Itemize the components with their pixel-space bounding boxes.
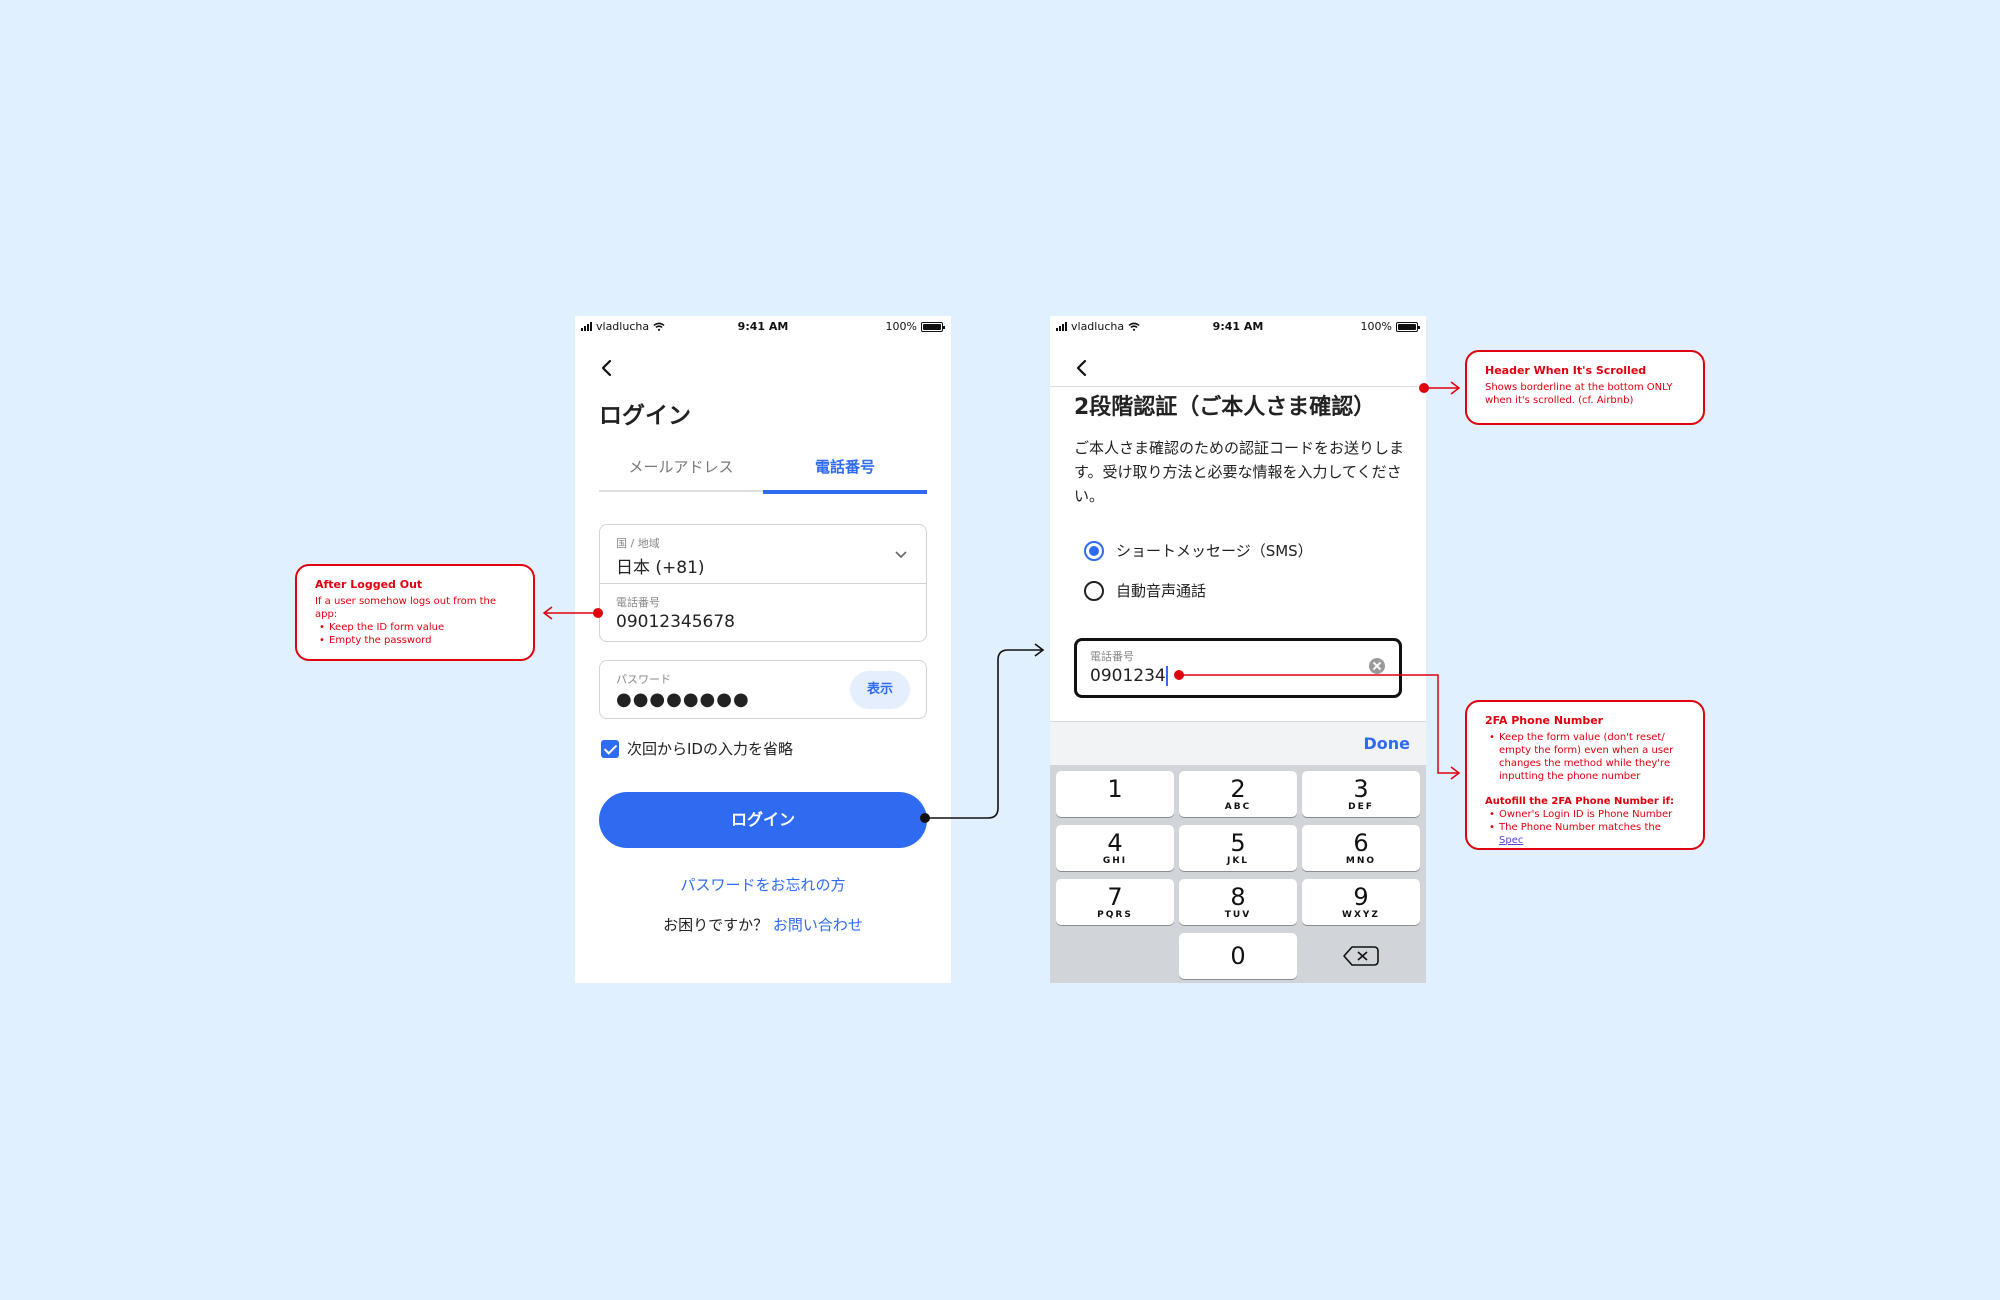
method-sms-label: ショートメッセージ（SMS） bbox=[1116, 542, 1313, 560]
country-label: 国 / 地域 bbox=[616, 537, 660, 550]
country-value: 日本 (+81) bbox=[616, 558, 705, 578]
tab-email[interactable]: メールアドレス bbox=[599, 452, 763, 492]
back-arrow-icon[interactable] bbox=[595, 356, 619, 380]
status-bar: vladlucha 9:41 AM 100% bbox=[1050, 316, 1426, 338]
key-8[interactable]: 8 TUV bbox=[1179, 879, 1297, 925]
annotation-title: Header When It's Scrolled bbox=[1485, 364, 1647, 377]
header-divider bbox=[1050, 386, 1426, 387]
annotation-body: Shows borderline at the bottom ONLY when… bbox=[1485, 382, 1673, 406]
annotation-after-logout: After Logged Out If a user somehow logs … bbox=[295, 564, 535, 661]
numeric-keypad: 1 2 ABC 3 DEF 4 GHI 5 JKL 6 MNO 7 PQRS 8 TUV 9W… bbox=[1050, 765, 1426, 983]
password-value: ●●●●●●●● bbox=[616, 689, 750, 710]
keyboard-accessory-bar: Done bbox=[1050, 721, 1426, 765]
key-5[interactable]: 5 JKL bbox=[1179, 825, 1297, 871]
annotation-item: Owner's Login ID is Phone Number bbox=[1485, 808, 1685, 821]
id-field-group: 国 / 地域 日本 (+81) 電話番号 09012345678 bbox=[599, 524, 927, 642]
annotation-item: Empty the password bbox=[315, 634, 515, 647]
annotation-2fa-phone: 2FA Phone Number Keep the form value (do… bbox=[1465, 700, 1705, 850]
help-line: お困りですか？ お問い合わせ bbox=[575, 914, 951, 935]
battery-icon bbox=[921, 321, 945, 332]
annotation-item: Keep the form value (don't reset/ empty … bbox=[1485, 731, 1685, 783]
clear-icon[interactable] bbox=[1369, 658, 1385, 674]
twofa-screen: vladlucha 9:41 AM 100% 2段階認証（ご本人さま確認） ご本… bbox=[1050, 316, 1426, 983]
annotation-title: After Logged Out bbox=[315, 578, 423, 591]
done-button[interactable]: Done bbox=[1363, 734, 1410, 753]
contact-link[interactable]: お問い合わせ bbox=[773, 916, 863, 934]
radio-selected-icon[interactable] bbox=[1084, 540, 1104, 561]
country-select[interactable]: 国 / 地域 日本 (+81) bbox=[600, 525, 926, 584]
key-4[interactable]: 4 GHI bbox=[1056, 825, 1174, 871]
login-method-tabs: メールアドレス 電話番号 bbox=[599, 452, 927, 494]
twofa-phone-field[interactable]: 電話番号 0901234 bbox=[1074, 638, 1402, 698]
battery-label: 100% bbox=[885, 320, 917, 333]
forgot-password-link[interactable]: パスワードをお忘れの方 bbox=[575, 874, 951, 895]
password-label: パスワード bbox=[616, 673, 671, 686]
annotation-title: 2FA Phone Number bbox=[1485, 714, 1604, 727]
key-1[interactable]: 1 bbox=[1056, 771, 1174, 817]
login-button[interactable]: ログイン bbox=[599, 792, 927, 848]
battery-label: 100% bbox=[1360, 320, 1392, 333]
key-6[interactable]: 6 MNO bbox=[1302, 825, 1420, 871]
annotation-subtitle: Autofill the 2FA Phone Number if: bbox=[1485, 796, 1675, 807]
remember-id-checkbox[interactable]: 次回からIDの入力を省略 bbox=[601, 738, 793, 759]
show-password-button[interactable]: 表示 bbox=[850, 671, 910, 709]
back-arrow-icon[interactable] bbox=[1070, 356, 1094, 380]
method-voice-option[interactable]: 自動音声通話 bbox=[1084, 580, 1206, 601]
password-field[interactable]: パスワード ●●●●●●●● 表示 bbox=[599, 660, 927, 719]
method-voice-label: 自動音声通話 bbox=[1116, 582, 1207, 600]
key-3[interactable]: 3 DEF bbox=[1302, 771, 1420, 817]
phone-value: 0901234 bbox=[1090, 666, 1166, 686]
annotation-intro: If a user somehow logs out from the app: bbox=[315, 596, 497, 620]
login-screen: vladlucha 9:41 AM 100% ログイン メールアドレス 電話番号… bbox=[575, 316, 951, 983]
key-9[interactable]: 9 WXYZ bbox=[1302, 879, 1420, 925]
status-bar: vladlucha 9:41 AM 100% bbox=[575, 316, 951, 338]
remember-label: 次回からIDの入力を省略 bbox=[627, 740, 793, 758]
page-title: ログイン bbox=[599, 403, 691, 429]
annotation-item: Keep the ID form value bbox=[315, 621, 515, 634]
phone-label: 電話番号 bbox=[1090, 650, 1134, 663]
spec-link[interactable]: Spec bbox=[1499, 835, 1523, 846]
annotation-item: The Phone Number matches the Spec bbox=[1485, 821, 1685, 847]
method-sms-option[interactable]: ショートメッセージ（SMS） bbox=[1084, 540, 1313, 561]
page-title: 2段階認証（ご本人さま確認） bbox=[1074, 395, 1376, 420]
phone-value: 09012345678 bbox=[616, 612, 735, 632]
battery-icon bbox=[1396, 321, 1420, 332]
backspace-icon[interactable] bbox=[1302, 933, 1420, 979]
radio-unselected-icon[interactable] bbox=[1084, 580, 1104, 601]
phone-number-field[interactable]: 電話番号 09012345678 bbox=[600, 584, 926, 643]
text-caret bbox=[1165, 666, 1168, 686]
key-7[interactable]: 7 PQRS bbox=[1056, 879, 1174, 925]
key-2[interactable]: 2 ABC bbox=[1179, 771, 1297, 817]
checkbox-checked-icon[interactable] bbox=[601, 739, 619, 758]
key-0[interactable]: 0 bbox=[1179, 933, 1297, 979]
help-text: お困りですか？ bbox=[663, 916, 769, 934]
page-description: ご本人さま確認のための認証コードをお送りします。受け取り方法と必要な情報を入力し… bbox=[1074, 439, 1405, 505]
tab-phone[interactable]: 電話番号 bbox=[763, 452, 927, 494]
annotation-header-scrolled: Header When It's Scrolled Shows borderli… bbox=[1465, 350, 1705, 425]
phone-label: 電話番号 bbox=[616, 596, 660, 609]
chevron-down-icon bbox=[895, 551, 907, 559]
